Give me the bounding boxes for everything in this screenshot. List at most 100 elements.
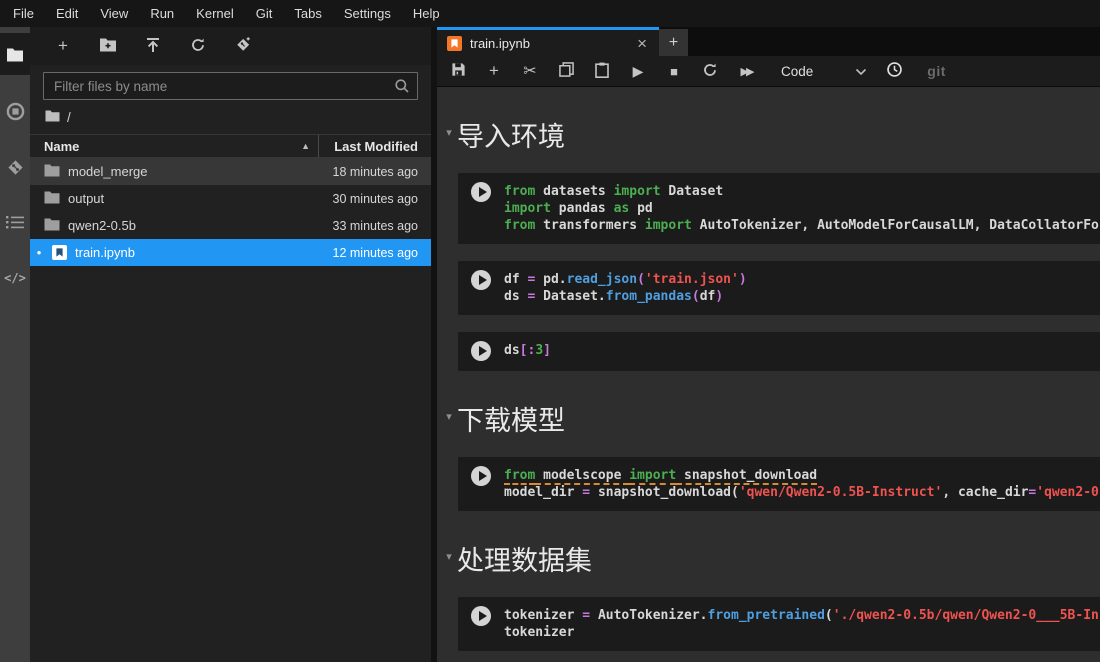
close-icon[interactable]: ×: [633, 35, 651, 52]
history-button[interactable]: [885, 62, 903, 80]
save-button[interactable]: [449, 62, 467, 80]
interrupt-kernel-button[interactable]: ■: [665, 62, 683, 80]
menu-item-run[interactable]: Run: [139, 0, 185, 27]
code-cell[interactable]: from modelscope import snapshot_download…: [458, 457, 1100, 511]
collapser-icon[interactable]: ▾: [441, 126, 457, 139]
cell-type-dropdown[interactable]: Code: [781, 64, 867, 79]
table-row[interactable]: output 30 minutes ago: [30, 185, 431, 212]
sort-ascending-icon: ▲: [301, 141, 310, 151]
code-cell[interactable]: df = pd.read_json('train.json')ds = Data…: [458, 261, 1100, 315]
menu-item-edit[interactable]: Edit: [45, 0, 89, 27]
notebook-icon: [52, 245, 67, 260]
collapser-icon[interactable]: ▾: [441, 550, 457, 563]
file-list: model_merge 18 minutes ago output 30 min…: [30, 158, 431, 266]
markdown-heading[interactable]: ▾ 处理数据集: [441, 541, 1100, 583]
folder-icon: [44, 191, 60, 207]
plus-icon: +: [58, 38, 68, 54]
code-cell[interactable]: ds[:3]: [458, 332, 1100, 371]
restart-kernel-button[interactable]: [701, 62, 719, 80]
file-browser-toolbar: +: [30, 27, 431, 65]
menu-item-settings[interactable]: Settings: [333, 0, 402, 27]
plus-icon: +: [669, 34, 678, 52]
play-icon: [479, 611, 487, 621]
insert-cell-button[interactable]: +: [485, 62, 503, 80]
run-cell-button[interactable]: [471, 606, 491, 626]
tab-label: train.ipynb: [470, 36, 625, 51]
notebook-icon: [447, 36, 462, 51]
code-editor[interactable]: from datasets import Datasetimport panda…: [504, 183, 1100, 234]
folder-icon: [44, 218, 60, 234]
markdown-heading[interactable]: ▾ 导入环境: [441, 117, 1100, 159]
sidebar-item-git[interactable]: [0, 146, 30, 188]
menu-item-view[interactable]: View: [89, 0, 139, 27]
refresh-icon: [190, 37, 206, 56]
run-cell-button[interactable]: [471, 341, 491, 361]
menu-item-help[interactable]: Help: [402, 0, 451, 27]
chevron-down-icon: [855, 64, 867, 79]
sidebar-item-table-of-contents[interactable]: [0, 201, 30, 243]
folder-icon: [44, 164, 60, 180]
menu-item-kernel[interactable]: Kernel: [185, 0, 245, 27]
paste-cells-button[interactable]: [593, 62, 611, 80]
copy-icon: [559, 62, 574, 80]
fast-forward-icon: ▶▶: [741, 65, 752, 78]
git-logo: git: [927, 63, 946, 79]
cut-cells-button[interactable]: ✂: [521, 62, 539, 80]
run-cell-button[interactable]: ▶: [629, 62, 647, 80]
sidebar-item-running-sessions[interactable]: [0, 90, 30, 132]
run-cell-button[interactable]: [471, 182, 491, 202]
git-clone-button[interactable]: [234, 37, 252, 55]
notebook-scroll-area[interactable]: ▾ 导入环境 from datasets import Datasetimpor…: [437, 87, 1100, 662]
collapser-icon[interactable]: ▾: [441, 410, 457, 423]
code-icon: </>: [4, 271, 26, 285]
new-folder-icon: [99, 37, 117, 55]
restart-run-all-button[interactable]: ▶▶: [737, 62, 755, 80]
new-folder-button[interactable]: [99, 37, 117, 55]
code-editor[interactable]: ds[:3]: [504, 342, 1100, 361]
sidebar-rail: </>: [0, 27, 30, 662]
code-editor[interactable]: df = pd.read_json('train.json')ds = Data…: [504, 271, 1100, 305]
menu-item-tabs[interactable]: Tabs: [283, 0, 332, 27]
tab-train-ipynb[interactable]: train.ipynb ×: [437, 27, 659, 56]
markdown-heading[interactable]: ▾ 下载模型: [441, 401, 1100, 443]
upload-button[interactable]: [144, 37, 162, 55]
folder-icon: [45, 110, 60, 125]
column-header-name[interactable]: Name ▲: [30, 135, 318, 157]
git-clone-icon: [235, 36, 252, 56]
menu-bar: FileEditViewRunKernelGitTabsSettingsHelp: [0, 0, 1100, 27]
running-dot: •: [32, 245, 46, 260]
table-row[interactable]: • train.ipynb 12 minutes ago: [30, 239, 431, 266]
table-row[interactable]: model_merge 18 minutes ago: [30, 158, 431, 185]
restart-icon: [702, 62, 718, 81]
sidebar-item-files[interactable]: [0, 33, 30, 75]
file-browser-panel: + / Name: [30, 27, 431, 662]
upload-icon: [145, 37, 161, 56]
scissors-icon: ✂: [523, 61, 536, 81]
play-icon: [479, 471, 487, 481]
list-icon: [6, 215, 24, 229]
run-cell-button[interactable]: [471, 466, 491, 486]
running-sessions-icon: [6, 102, 25, 121]
jupyterlab-window: FileEditViewRunKernelGitTabsSettingsHelp…: [0, 0, 1100, 662]
copy-cells-button[interactable]: [557, 62, 575, 80]
new-tab-button[interactable]: +: [659, 29, 688, 56]
code-cell[interactable]: tokenizer = AutoTokenizer.from_pretraine…: [458, 597, 1100, 651]
run-icon: ▶: [633, 63, 644, 80]
menu-item-file[interactable]: File: [2, 0, 45, 27]
git-icon: [6, 158, 25, 177]
column-header-last-modified[interactable]: Last Modified: [318, 135, 431, 157]
play-icon: [479, 346, 487, 356]
code-cell[interactable]: from datasets import Datasetimport panda…: [458, 173, 1100, 244]
run-cell-button[interactable]: [471, 270, 491, 290]
new-launcher-button[interactable]: +: [54, 37, 72, 55]
code-editor[interactable]: tokenizer = AutoTokenizer.from_pretraine…: [504, 607, 1100, 641]
file-filter-input[interactable]: [43, 72, 418, 100]
sidebar-item-code-snippets[interactable]: </>: [0, 257, 30, 299]
refresh-button[interactable]: [189, 37, 207, 55]
breadcrumb[interactable]: /: [30, 100, 431, 134]
table-row[interactable]: qwen2-0.5b 33 minutes ago: [30, 212, 431, 239]
code-editor[interactable]: from modelscope import snapshot_download…: [504, 467, 1100, 501]
save-icon: [451, 62, 466, 80]
menu-item-git[interactable]: Git: [245, 0, 284, 27]
breadcrumb-path: /: [67, 110, 71, 125]
